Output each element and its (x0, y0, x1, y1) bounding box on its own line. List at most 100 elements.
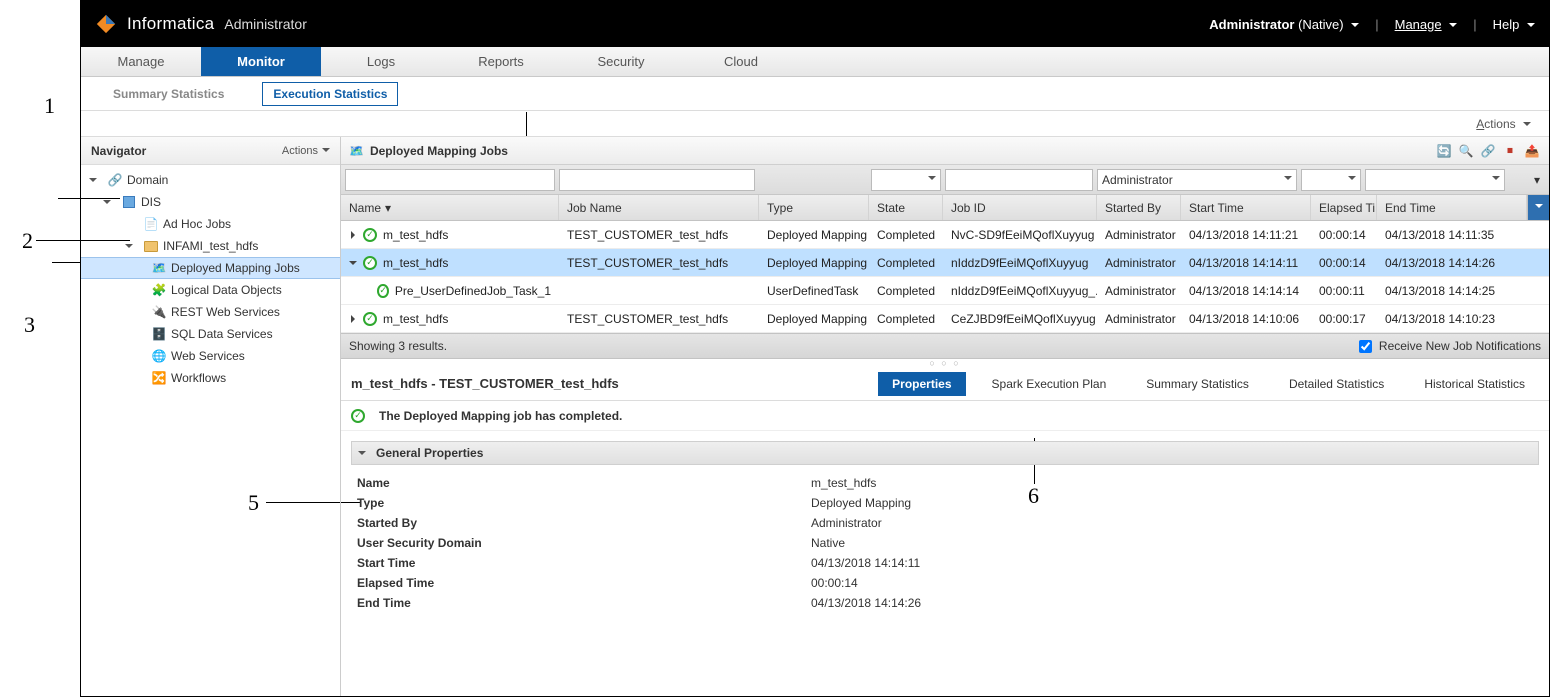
toolbar-stop-icon[interactable]: ⏹ (1501, 142, 1519, 160)
splitter-handle[interactable]: ○ ○ ○ (341, 359, 1549, 367)
user-realm: (Native) (1298, 17, 1344, 32)
cell-end-time: 04/13/2018 14:14:26 (1377, 256, 1549, 270)
success-icon: ✓ (363, 256, 377, 270)
rest-icon: 🔌 (151, 304, 167, 320)
property-value: Administrator (811, 516, 882, 530)
col-state[interactable]: State (869, 195, 943, 220)
tree-label: Workflows (171, 371, 226, 385)
tree-node-domain[interactable]: 🔗 Domain (81, 169, 340, 191)
filter-state-combo[interactable] (871, 169, 941, 191)
help-menu[interactable]: Help (1493, 17, 1535, 32)
panel-title: Deployed Mapping Jobs (370, 144, 508, 158)
cell-start-time: 04/13/2018 14:14:14 (1181, 284, 1311, 298)
grid-result-count: Showing 3 results. (349, 339, 447, 353)
col-job-name[interactable]: Job Name (559, 195, 759, 220)
filter-jobname-input[interactable] (559, 169, 755, 191)
tree-node-workflows[interactable]: 🔀 Workflows (81, 367, 340, 389)
general-properties-section: General Properties Namem_test_hdfsTypeDe… (351, 441, 1539, 621)
col-started-by[interactable]: Started By (1097, 195, 1181, 220)
filter-name-input[interactable] (345, 169, 555, 191)
filter-jobid-input[interactable] (945, 169, 1093, 191)
tree-label: Deployed Mapping Jobs (171, 261, 300, 275)
filter-startedby-combo[interactable]: Administrator (1097, 169, 1297, 191)
collapse-icon[interactable] (360, 448, 370, 458)
tab-logs[interactable]: Logs (321, 47, 441, 76)
tree-label: INFAMI_test_hdfs (163, 239, 258, 253)
expand-icon[interactable] (105, 197, 115, 207)
help-label: Help (1493, 17, 1520, 32)
toolbar-export-icon[interactable]: 📤 (1523, 142, 1541, 160)
tab-reports[interactable]: Reports (441, 47, 561, 76)
expand-icon[interactable] (127, 241, 137, 251)
user-menu[interactable]: Administrator (Native) (1209, 17, 1359, 32)
col-elapsed-time[interactable]: Elapsed Ti... (1311, 195, 1377, 220)
folder-icon (143, 238, 159, 254)
toolbar-filter-icon[interactable]: 🔍 (1457, 142, 1475, 160)
tab-security[interactable]: Security (561, 47, 681, 76)
filter-elapsed-combo[interactable] (1301, 169, 1361, 191)
cell-elapsed: 00:00:17 (1311, 312, 1377, 326)
col-end-time[interactable]: End Time (1377, 195, 1527, 220)
toolbar-related-icon[interactable]: 🔗 (1479, 142, 1497, 160)
detail-tab-summary-stats[interactable]: Summary Statistics (1132, 372, 1263, 396)
subtab-summary-statistics[interactable]: Summary Statistics (103, 83, 234, 105)
filter-endtime-combo[interactable] (1365, 169, 1505, 191)
tree-node-application[interactable]: INFAMI_test_hdfs (81, 235, 340, 257)
table-row[interactable]: ✓m_test_hdfsTEST_CUSTOMER_test_hdfsDeplo… (341, 221, 1549, 249)
manage-menu[interactable]: Manage (1395, 17, 1458, 32)
tree-node-web-services[interactable]: 🌐 Web Services (81, 345, 340, 367)
cell-job-id: nIddzD9fEeiMQoflXuyyug_... (943, 284, 1097, 298)
tree-node-dis[interactable]: DIS (81, 191, 340, 213)
domain-icon: 🔗 (107, 172, 123, 188)
tree-node-logical-data-objects[interactable]: 🧩 Logical Data Objects (81, 279, 340, 301)
page-actions-menu[interactable]: Actions (1476, 117, 1531, 131)
toolbar-refresh-icon[interactable]: 🔄 (1435, 142, 1453, 160)
table-row[interactable]: ✓Pre_UserDefinedJob_Task_1UserDefinedTas… (341, 277, 1549, 305)
expand-icon[interactable] (349, 314, 359, 324)
expand-icon[interactable] (91, 175, 101, 185)
expand-icon[interactable] (349, 230, 359, 240)
expand-icon[interactable] (349, 258, 359, 268)
table-row[interactable]: ✓m_test_hdfsTEST_CUSTOMER_test_hdfsDeplo… (341, 249, 1549, 277)
receive-notifications-toggle[interactable]: Receive New Job Notifications (1355, 337, 1541, 356)
tree-label: DIS (141, 195, 161, 209)
tree-label: Domain (127, 173, 168, 187)
detail-tab-spark-plan[interactable]: Spark Execution Plan (978, 372, 1121, 396)
tree-node-rest-web-services[interactable]: 🔌 REST Web Services (81, 301, 340, 323)
callout-1: 1 (44, 93, 55, 119)
cell-job-id: nIddzD9fEeiMQoflXuyyug (943, 256, 1097, 270)
navigator-tree: 🔗 Domain DIS 📄 Ad Hoc Jobs INFAMI_test_ (81, 165, 340, 696)
detail-tab-properties[interactable]: Properties (878, 372, 965, 396)
workflow-icon: 🔀 (151, 370, 167, 386)
tab-cloud[interactable]: Cloud (681, 47, 801, 76)
col-name[interactable]: Name▾ (341, 195, 559, 220)
app-window: Informatica Administrator Administrator … (80, 0, 1550, 697)
tab-monitor[interactable]: Monitor (201, 47, 321, 76)
tree-node-deployed-mapping-jobs[interactable]: 🗺️ Deployed Mapping Jobs (81, 257, 340, 279)
cell-start-time: 04/13/2018 14:11:21 (1181, 228, 1311, 242)
detail-tab-historical-stats[interactable]: Historical Statistics (1410, 372, 1539, 396)
col-start-time[interactable]: Start Time (1181, 195, 1311, 220)
cell-state: Completed (869, 312, 943, 326)
jobs-icon: 📄 (143, 216, 159, 232)
section-header[interactable]: General Properties (351, 441, 1539, 465)
property-value: Deployed Mapping (811, 496, 911, 510)
col-job-id[interactable]: Job ID (943, 195, 1097, 220)
detail-tab-detailed-stats[interactable]: Detailed Statistics (1275, 372, 1398, 396)
subtab-execution-statistics[interactable]: Execution Statistics (262, 82, 398, 106)
cell-state: Completed (869, 284, 943, 298)
col-type[interactable]: Type (759, 195, 869, 220)
tab-manage[interactable]: Manage (81, 47, 201, 76)
navigator-actions-menu[interactable]: Actions (282, 145, 330, 157)
user-label: Administrator (1209, 17, 1294, 32)
tree-node-sql-data-services[interactable]: 🗄️ SQL Data Services (81, 323, 340, 345)
property-row: Started ByAdministrator (351, 513, 1539, 533)
receive-notifications-checkbox[interactable] (1359, 340, 1372, 353)
cell-name: m_test_hdfs (383, 312, 448, 326)
table-row[interactable]: ✓m_test_hdfsTEST_CUSTOMER_test_hdfsDeplo… (341, 305, 1549, 333)
tree-node-adhoc[interactable]: 📄 Ad Hoc Jobs (81, 213, 340, 235)
apply-filter-icon[interactable]: ▾ (1529, 172, 1545, 188)
navigator-header: Navigator Actions (81, 137, 340, 165)
cell-name: m_test_hdfs (383, 228, 448, 242)
grid-column-menu[interactable] (1527, 195, 1549, 220)
